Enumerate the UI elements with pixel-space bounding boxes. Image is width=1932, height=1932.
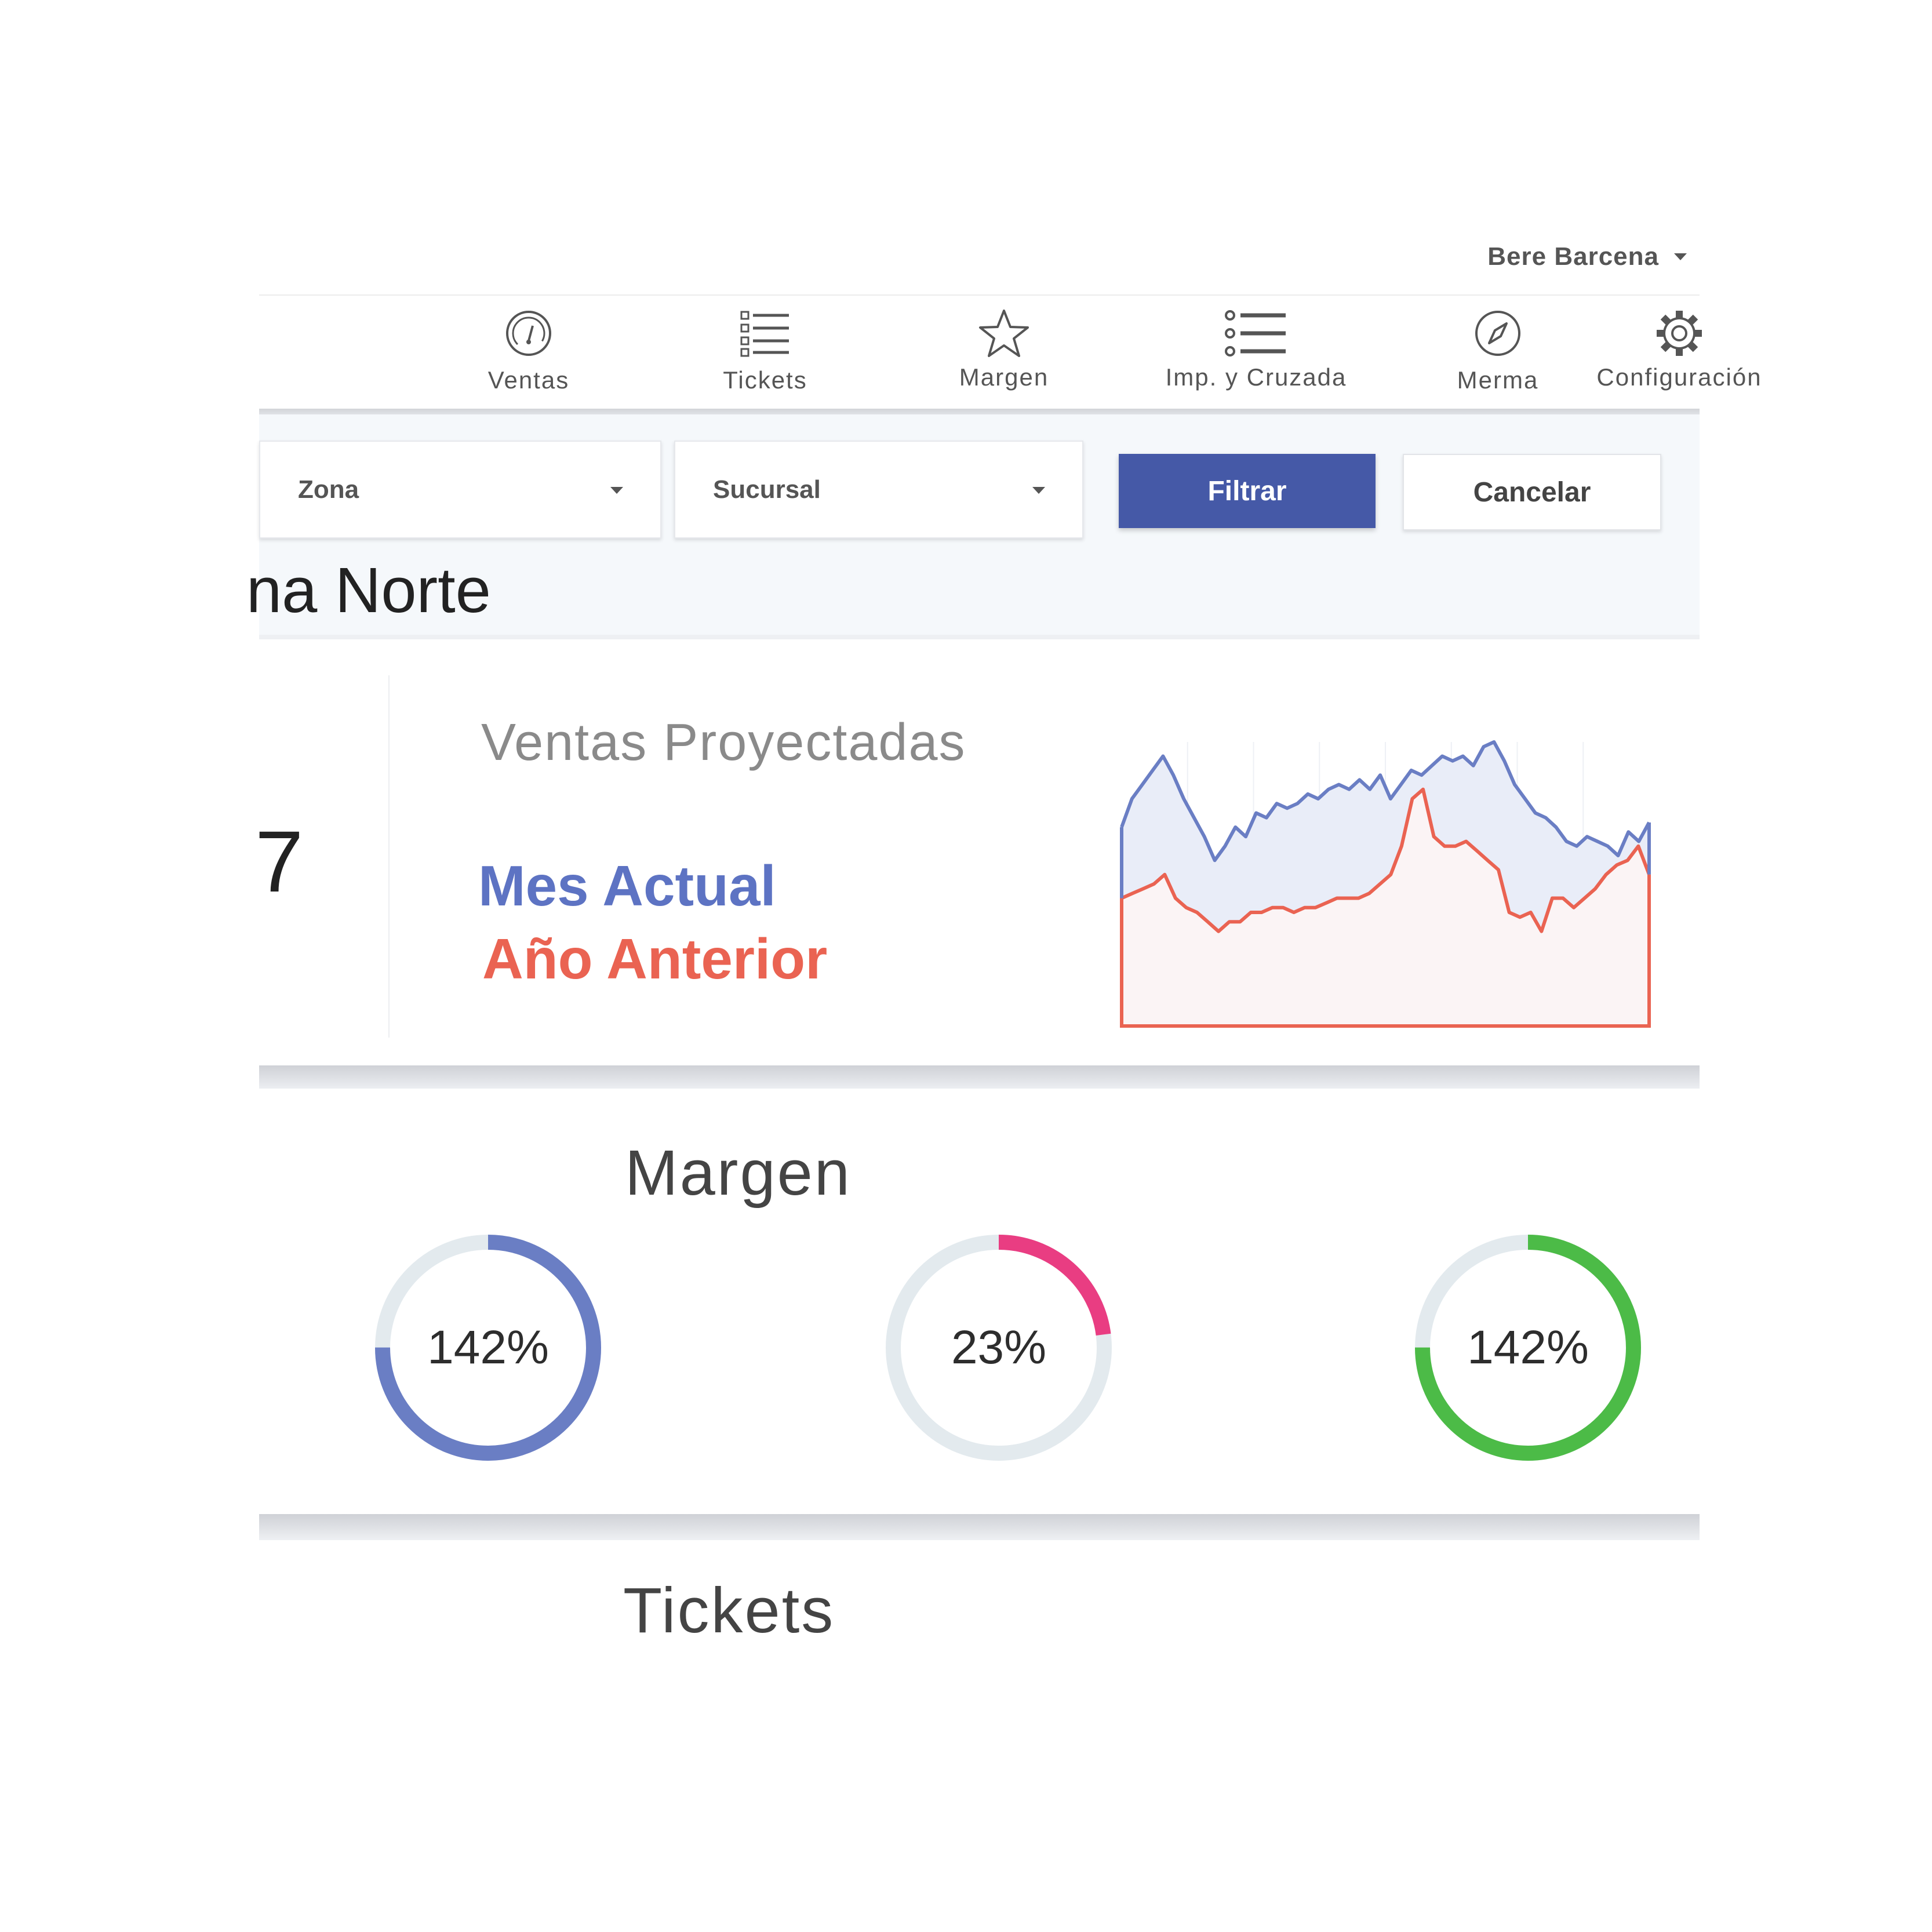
margen-title: Margen (625, 1137, 852, 1209)
margen-gauge-1-value: 142% (427, 1321, 549, 1374)
margen-gauge-3-value: 142% (1467, 1321, 1589, 1374)
card-divider (388, 675, 390, 1038)
tickets-title: Tickets (623, 1575, 835, 1646)
nav-item-tickets[interactable]: Tickets (678, 296, 852, 412)
margen-gauge-2-value: 23% (951, 1321, 1047, 1374)
filter-button[interactable]: Filtrar (1119, 454, 1376, 528)
ventas-title: Ventas Proyectadas (481, 714, 966, 772)
legend-ano-anterior: Año Anterior (482, 927, 828, 991)
gear-icon (1657, 311, 1702, 356)
filter-bar-bottom (259, 635, 1700, 639)
ventas-number: 7 (255, 813, 304, 910)
margen-gauge-2: 23% (883, 1232, 1115, 1464)
margen-gauge-1: 142% (372, 1232, 604, 1464)
legend-mes-actual: Mes Actual (478, 854, 776, 918)
nav-label-imp-cruzada: Imp. y Cruzada (1165, 363, 1347, 391)
zona-select[interactable]: Zona (259, 441, 661, 539)
chevron-down-icon (1674, 253, 1687, 260)
margen-gauge-3: 142% (1412, 1232, 1644, 1464)
margen-card-shadow (259, 1514, 1700, 1540)
main-nav: Ventas Tickets Margen Imp. y Cruzada Mer… (259, 296, 1761, 412)
nav-item-imp-cruzada[interactable]: Imp. y Cruzada (1071, 296, 1442, 412)
page-title: na Norte (246, 555, 491, 626)
nav-label-tickets: Tickets (723, 366, 807, 394)
nav-item-margen[interactable]: Margen (917, 296, 1091, 412)
star-icon (979, 310, 1029, 357)
sucursal-select[interactable]: Sucursal (674, 441, 1083, 539)
nav-item-ventas[interactable]: Ventas (442, 296, 616, 412)
checklist-icon (740, 311, 789, 357)
ventas-sparkline-chart (1120, 740, 1651, 1028)
sucursal-select-value: Sucursal (713, 475, 821, 504)
user-name: Bere Barcena (1487, 242, 1659, 271)
nav-label-margen: Margen (959, 363, 1049, 391)
cancel-button[interactable]: Cancelar (1403, 454, 1661, 530)
nav-item-configuracion[interactable]: Configuración (1552, 296, 1807, 412)
compass-icon (1475, 311, 1520, 356)
speedometer-icon (506, 311, 551, 356)
chevron-down-icon (610, 487, 623, 494)
ventas-card-shadow (259, 1065, 1700, 1089)
chevron-down-icon (1032, 487, 1045, 494)
nav-label-ventas: Ventas (487, 366, 570, 394)
nav-label-configuracion: Configuración (1596, 363, 1762, 391)
list-icon (1225, 310, 1286, 356)
zona-select-value: Zona (298, 475, 359, 504)
user-menu[interactable]: Bere Barcena (1438, 237, 1687, 277)
